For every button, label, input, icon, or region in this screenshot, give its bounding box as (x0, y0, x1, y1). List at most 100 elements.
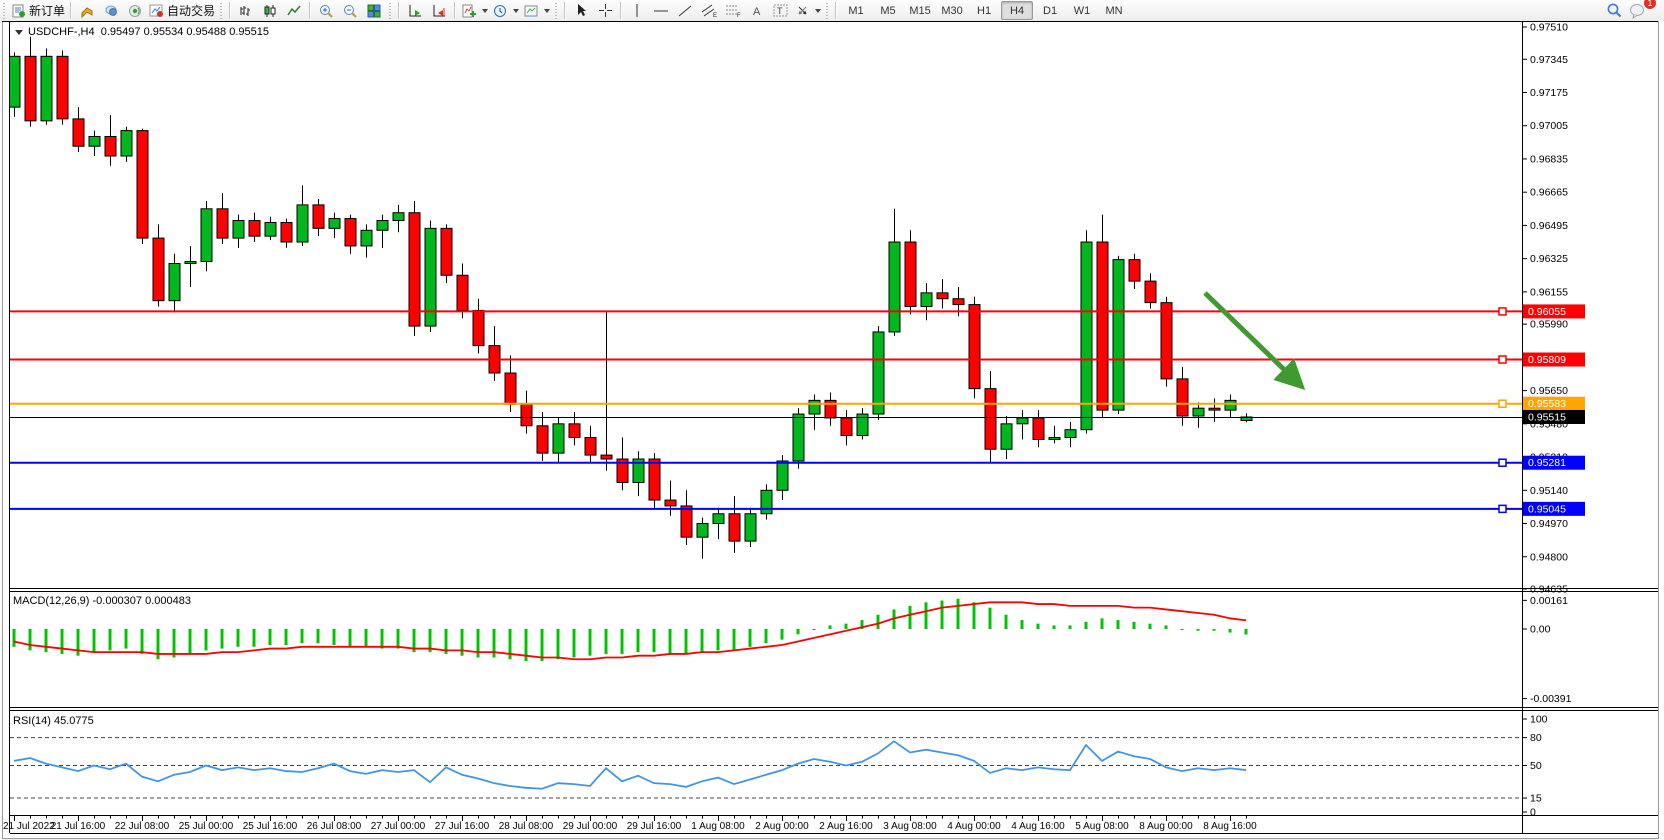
autotrading-button[interactable]: 自动交易 (147, 1, 217, 20)
macd-histogram-bar (1005, 615, 1008, 629)
fibonacci-tool-button[interactable]: F (721, 1, 745, 20)
templates-button[interactable] (521, 1, 552, 20)
time-axis-label: 29 Jul 16:00 (627, 821, 682, 832)
chart-title: USDCHF-,H4 0.95497 0.95534 0.95488 0.955… (15, 26, 269, 38)
macd-axis-label: 0.00161 (1530, 595, 1568, 607)
chart-window: 0.975100.973450.971750.970050.968350.966… (0, 21, 1664, 840)
candle (9, 52, 20, 117)
toolbar-grip[interactable] (388, 3, 393, 19)
timeframe-button-H4[interactable]: H4 (1001, 1, 1033, 20)
macd-histogram-bar (557, 629, 560, 659)
macd-histogram-bar (333, 629, 336, 645)
macd-histogram-bar (77, 629, 80, 656)
tile-windows-button[interactable] (362, 1, 386, 20)
chart-canvas[interactable]: 0.975100.973450.971750.970050.968350.966… (0, 21, 1664, 840)
timeframe-button-W1[interactable]: W1 (1067, 2, 1097, 19)
time-axis-label: 4 Aug 00:00 (947, 821, 1001, 832)
timeframe-button-M15[interactable]: M15 (905, 2, 935, 19)
timeframe-button-M5[interactable]: M5 (873, 2, 903, 19)
toolbar-grip[interactable] (2, 3, 7, 19)
macd-histogram-bar (765, 629, 768, 643)
price-level-handle[interactable] (1499, 308, 1506, 315)
rsi-name: RSI(14) (13, 715, 51, 727)
timeframe-button-H1[interactable]: H1 (969, 2, 999, 19)
toolbar-grip[interactable] (219, 3, 224, 19)
indicators-button[interactable] (459, 1, 490, 20)
macd-histogram-bar (237, 629, 240, 647)
time-axis-label: 21 Jul 2022 (3, 821, 55, 832)
zoom-out-icon (342, 3, 358, 19)
trendline-tool-button[interactable] (673, 1, 697, 20)
periods-button[interactable] (490, 1, 521, 20)
toolbar-separator (229, 2, 231, 19)
rsi-indicator-label: RSI(14) 45.0775 (13, 715, 94, 727)
timeframe-toolbar: M1M5M15M30H1H4D1W1MN (840, 1, 1130, 20)
cursor-tool-button[interactable] (569, 1, 593, 20)
rsi-value: 45.0775 (54, 715, 94, 727)
collapse-icon[interactable] (15, 30, 23, 35)
zoom-out-button[interactable] (338, 1, 362, 20)
price-level-handle[interactable] (1499, 505, 1506, 512)
crosshair-tool-button[interactable] (593, 1, 617, 20)
toolbar-grip[interactable] (825, 3, 830, 19)
macd-histogram-bar (813, 629, 816, 630)
macd-histogram-bar (637, 629, 640, 652)
toolbar-separator (70, 2, 72, 19)
time-axis-label: 2 Aug 00:00 (755, 821, 809, 832)
zoom-in-button[interactable] (314, 1, 338, 20)
template-icon (523, 3, 539, 19)
timeframe-button-MN[interactable]: MN (1099, 2, 1129, 19)
macd-histogram-bar (733, 629, 736, 650)
macd-name: MACD(12,26,9) (13, 595, 89, 607)
clock-icon (492, 3, 508, 19)
text-label-tool-button[interactable]: T (769, 1, 793, 20)
auto-scroll-icon (407, 3, 423, 19)
candle (57, 50, 68, 124)
macd-histogram-bar (1229, 629, 1232, 633)
macd-histogram-bar (781, 629, 784, 640)
price-level-handle[interactable] (1499, 400, 1506, 407)
macd-indicator-label: MACD(12,26,9) -0.000307 0.000483 (13, 595, 191, 607)
notifications-button[interactable]: 1 (1626, 1, 1650, 20)
time-axis-label: 22 Jul 08:00 (115, 821, 170, 832)
auto-scroll-button[interactable] (403, 1, 427, 20)
toolbar-separator (564, 2, 566, 19)
chart-shift-button[interactable] (427, 1, 451, 20)
price-axis-label: 0.95990 (1530, 319, 1568, 331)
candle (1097, 215, 1108, 418)
horizontal-line-tool-button[interactable] (649, 1, 673, 20)
crosshair-icon (598, 3, 613, 18)
signals-button[interactable] (123, 1, 147, 20)
line-chart-mode-button[interactable] (282, 1, 306, 20)
tile-windows-icon (366, 3, 382, 19)
macd-histogram-bar (205, 629, 208, 650)
candlestick-mode-button[interactable] (258, 1, 282, 20)
macd-histogram-bar (13, 629, 16, 647)
timeframe-button-D1[interactable]: D1 (1035, 2, 1065, 19)
timeframe-button-M30[interactable]: M30 (937, 2, 967, 19)
text-tool-button[interactable]: A (745, 1, 769, 20)
toolbar-grip[interactable] (554, 3, 559, 19)
market-watch-button[interactable] (75, 1, 99, 20)
price-level-handle[interactable] (1499, 459, 1506, 466)
time-axis-label: 1 Aug 08:00 (691, 821, 745, 832)
price-axis-label: 0.96495 (1530, 220, 1568, 232)
svg-text:F: F (737, 13, 741, 18)
community-button[interactable] (99, 1, 123, 20)
time-axis-label: 3 Aug 08:00 (883, 821, 937, 832)
line-chart-icon (286, 3, 302, 19)
community-icon (103, 3, 119, 19)
search-button[interactable] (1602, 1, 1626, 20)
price-badge-label: 0.95809 (1528, 354, 1566, 366)
svg-text:E: E (713, 13, 717, 18)
new-order-button[interactable]: 新订单 (9, 1, 67, 20)
channel-tool-button[interactable]: E (697, 1, 721, 20)
vertical-line-tool-button[interactable] (625, 1, 649, 20)
timeframe-button-M1[interactable]: M1 (841, 2, 871, 19)
arrows-tool-button[interactable] (793, 1, 823, 20)
macd-histogram-bar (397, 629, 400, 649)
price-level-handle[interactable] (1499, 356, 1506, 363)
price-axis-label: 0.94800 (1530, 551, 1568, 563)
bar-chart-mode-button[interactable] (234, 1, 258, 20)
market-watch-icon (79, 3, 95, 19)
